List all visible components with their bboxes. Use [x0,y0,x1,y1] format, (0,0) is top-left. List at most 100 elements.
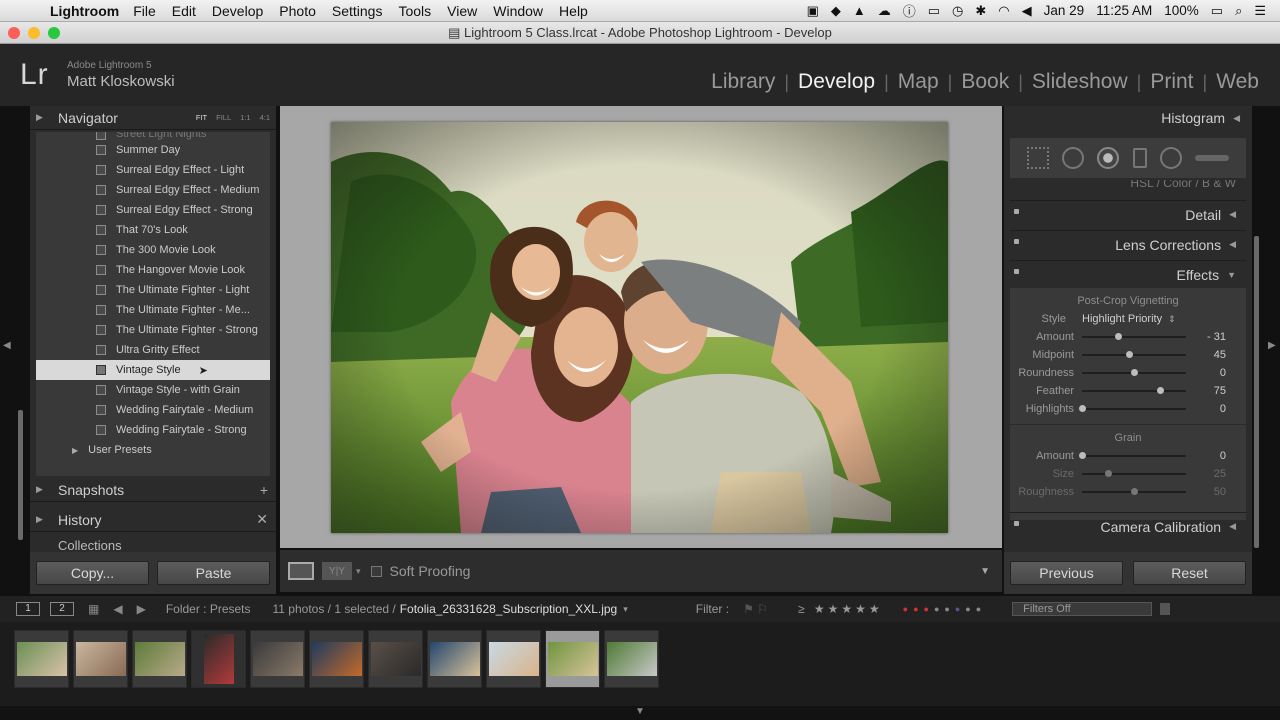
airplay-icon[interactable]: ▭ [928,3,940,19]
screen-recorder-icon[interactable]: ▣ [807,3,819,19]
preset-item[interactable]: Surreal Edgy Effect - Medium [36,180,270,200]
zoom-1-1[interactable]: 1:1 [240,113,250,122]
collections-header[interactable]: Collections [30,538,276,552]
module-print[interactable]: Print [1141,70,1202,94]
module-slideshow[interactable]: Slideshow [1023,70,1137,94]
preset-item[interactable]: Vintage Style - with Grain [36,380,270,400]
select-arrows-icon[interactable]: ⇕ [1168,314,1176,325]
wifi-icon[interactable]: ◠ [998,3,1009,19]
module-library[interactable]: Library [702,70,784,94]
filmstrip-thumb[interactable] [132,630,187,688]
collapse-triangle-icon[interactable]: ◀ [1229,521,1236,532]
filmstrip-thumb[interactable] [191,630,246,688]
graduated-filter-icon[interactable] [1132,148,1147,168]
drive-icon[interactable]: ▲ [853,3,866,18]
zoom-fit[interactable]: FIT [196,113,207,122]
slider-thumb[interactable] [1125,351,1133,358]
menu-photo[interactable]: Photo [279,3,316,19]
spot-removal-icon[interactable] [1061,147,1084,169]
preset-item[interactable]: The 300 Movie Look [36,240,270,260]
zoom-4-1[interactable]: 4:1 [260,113,270,122]
filmstrip-thumb[interactable] [368,630,423,688]
image-canvas[interactable] [280,106,1002,548]
slider-value[interactable]: - 31 [1186,331,1226,343]
copy-button[interactable]: Copy... [36,561,149,585]
collapse-triangle-icon[interactable]: ◀ [1229,239,1236,250]
preset-item[interactable]: The Ultimate Fighter - Strong [36,320,270,340]
toolbar-content-dropdown-icon[interactable]: ▼ [980,566,990,577]
folder-path[interactable]: Folder : Presets [166,602,251,616]
clear-history-icon[interactable]: ✕ [256,511,268,528]
slider-track[interactable] [1082,351,1186,358]
right-panel-toggle-icon[interactable]: ▶ [1268,340,1276,351]
add-snapshot-icon[interactable]: + [260,482,268,498]
filmstrip-thumb[interactable] [73,630,128,688]
filmstrip-thumb[interactable] [309,630,364,688]
slider-thumb[interactable] [1114,333,1122,340]
star-rating-filter[interactable]: ≥ ★★★★★ [798,602,883,616]
filter-preset-select[interactable]: Filters Off [1012,602,1153,616]
secondary-display-2-button[interactable]: 2 [50,602,74,616]
preset-item[interactable]: The Ultimate Fighter - Me... [36,300,270,320]
slider-thumb[interactable] [1079,405,1086,412]
filter-lock-icon[interactable] [1160,603,1171,615]
expand-triangle-icon[interactable]: ▶ [72,446,78,455]
filmstrip-thumb[interactable] [604,630,659,688]
snapshots-header[interactable]: ▶ Snapshots + [30,478,276,502]
paste-button[interactable]: Paste [157,561,270,585]
preset-item-selected[interactable]: Vintage Style ➤ [36,360,270,380]
left-panel-toggle-icon[interactable]: ◀ [3,340,11,351]
slider-track[interactable] [1082,333,1186,340]
slider-thumb[interactable] [1079,452,1086,459]
slider-value[interactable]: 50 [1186,486,1226,498]
slider-thumb[interactable] [1105,470,1112,477]
menu-settings[interactable]: Settings [332,3,383,19]
color-label-filter-icon[interactable]: ●●●●●●●● [903,604,987,614]
left-panel-scrollbar[interactable] [18,410,23,540]
module-develop[interactable]: Develop [789,70,884,94]
slider-value[interactable]: 0 [1186,367,1226,379]
preset-item[interactable]: Wedding Fairytale - Medium [36,400,270,420]
preset-item[interactable]: The Hangover Movie Look [36,260,270,280]
cloud-icon[interactable]: ☁ [878,3,891,19]
preset-item[interactable]: Street Light Nights [36,132,270,140]
detail-header[interactable]: Detail ◀ [1010,200,1246,228]
slider-track[interactable] [1082,387,1186,394]
panel-switch-icon[interactable] [1014,239,1019,244]
volume-icon[interactable]: ◀ [1022,3,1032,19]
preset-item[interactable]: Surreal Edgy Effect - Strong [36,200,270,220]
bluetooth-icon[interactable]: ✱ [975,3,986,19]
loupe-view-icon[interactable] [288,562,314,580]
previous-button[interactable]: Previous [1010,561,1123,585]
slider-track[interactable] [1082,470,1186,477]
filmstrip-thumb[interactable] [486,630,541,688]
user-presets-folder[interactable]: ▶ User Presets [36,440,270,460]
clock-time[interactable]: 11:25 AM [1096,3,1152,18]
app-menu[interactable]: Lightroom [50,3,119,19]
close-window-button[interactable] [8,27,20,39]
collapse-triangle-icon[interactable]: ▶ [36,484,58,495]
notification-center-icon[interactable]: ☰ [1254,3,1266,19]
hsl-color-bw-tabs[interactable]: HSL / Color / B & W [1010,180,1246,190]
panel-switch-icon[interactable] [1014,269,1019,274]
slider-thumb[interactable] [1131,488,1138,495]
radial-filter-icon[interactable] [1159,147,1182,169]
zoom-fill[interactable]: FILL [216,113,231,122]
preset-item[interactable]: The Ultimate Fighter - Light [36,280,270,300]
collapse-triangle-icon[interactable]: ◀ [1229,209,1236,220]
slider-value[interactable]: 45 [1186,349,1226,361]
slider-value[interactable]: 25 [1186,468,1226,480]
lens-corrections-header[interactable]: Lens Corrections ◀ [1010,230,1246,258]
history-header[interactable]: ▶ History ✕ [30,508,276,532]
slider-track[interactable] [1082,488,1186,495]
adjustment-brush-icon[interactable] [1195,155,1230,161]
red-eye-icon[interactable] [1097,147,1120,169]
filmstrip-thumb-selected[interactable] [545,630,600,688]
flag-filter-icon[interactable]: ⚑ ⚐ [743,602,768,616]
filmstrip-thumb[interactable] [14,630,69,688]
style-select[interactable]: Highlight Priority [1082,313,1162,325]
secondary-display-1-button[interactable]: 1 [16,602,40,616]
dropbox-icon[interactable]: ◆ [831,3,841,19]
selected-filename[interactable]: Fotolia_26331628_Subscription_XXL.jpg [400,602,618,616]
navigator-header[interactable]: ▶ Navigator FIT FILL 1:1 4:1 [30,106,276,130]
